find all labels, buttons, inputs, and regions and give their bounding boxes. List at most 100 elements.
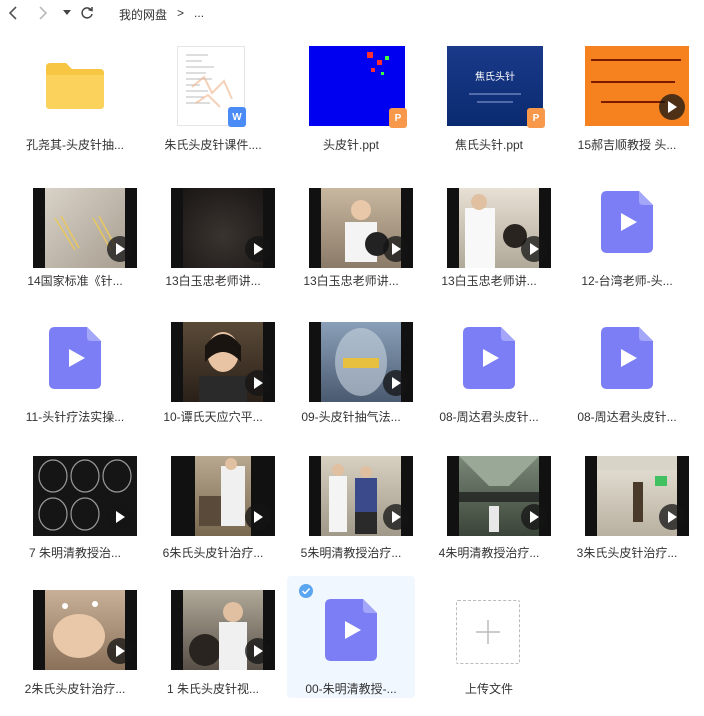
file-name: 1 朱氏头皮针视...	[166, 682, 259, 696]
plus-icon	[476, 620, 500, 644]
video-thumbnail	[171, 588, 275, 672]
file-name: 09-头皮针抽气法...	[301, 410, 401, 424]
file-name: 13白玉忠老师讲...	[441, 274, 537, 288]
chevron-left-icon	[8, 6, 17, 20]
file-name: 00-朱明清教授-...	[305, 682, 397, 696]
video-preview	[585, 46, 689, 126]
ppt-thumbnail: 焦氏头针 P	[447, 44, 545, 128]
upload-tile[interactable]: 上传文件	[425, 580, 553, 702]
play-icon[interactable]	[521, 236, 547, 262]
breadcrumb-root[interactable]: 我的网盘	[119, 6, 167, 23]
play-icon[interactable]	[107, 638, 133, 664]
file-item[interactable]: 08-周达君头皮针...	[563, 308, 691, 430]
video-file-thumbnail	[585, 180, 669, 264]
people-graphic	[199, 458, 245, 526]
back-button[interactable]	[4, 4, 22, 22]
play-icon[interactable]	[659, 94, 685, 120]
upload-button[interactable]	[456, 600, 520, 664]
file-item[interactable]: 13白玉忠老师讲...	[425, 172, 553, 294]
video-still	[195, 456, 251, 536]
play-icon[interactable]	[383, 236, 409, 262]
video-preview	[309, 456, 413, 536]
folder-thumbnail	[33, 44, 117, 128]
video-preview	[171, 322, 275, 402]
video-thumbnail	[585, 452, 689, 536]
file-item[interactable]: 1 朱氏头皮针视...	[149, 580, 277, 702]
play-icon[interactable]	[107, 236, 133, 262]
video-file-icon	[463, 327, 515, 389]
file-item[interactable]: P 头皮针.ppt	[287, 36, 415, 158]
top-bar: 我的网盘 > ...	[0, 0, 704, 28]
file-item[interactable]: 10-谭氏天应穴平...	[149, 308, 277, 430]
file-name: 14国家标准《针...	[27, 274, 123, 288]
file-name: 焦氏头针.ppt	[454, 138, 524, 152]
file-item[interactable]: 13白玉忠老师讲...	[287, 172, 415, 294]
play-icon[interactable]	[383, 504, 409, 530]
video-preview	[309, 322, 413, 402]
video-file-thumbnail	[33, 316, 117, 400]
play-icon[interactable]	[245, 504, 271, 530]
video-preview	[585, 456, 689, 536]
history-dropdown-button[interactable]	[58, 4, 76, 22]
video-preview	[309, 188, 413, 268]
file-item[interactable]: 14国家标准《针...	[11, 172, 139, 294]
video-thumbnail	[309, 180, 413, 268]
breadcrumb-separator: >	[177, 6, 185, 20]
file-name: 7 朱明清教授治...	[28, 546, 121, 560]
forward-button[interactable]	[34, 4, 52, 22]
file-name: 10-谭氏天应穴平...	[163, 410, 263, 424]
breadcrumb: 我的网盘 > ...	[119, 6, 204, 23]
file-item[interactable]: 4朱明清教授治疗...	[425, 444, 553, 566]
file-item[interactable]: 7 朱明清教授治...	[11, 444, 139, 566]
word-badge: W	[228, 107, 246, 127]
play-icon[interactable]	[383, 370, 409, 396]
file-item-selected[interactable]: 00-朱明清教授-...	[287, 576, 415, 698]
file-item[interactable]: 3朱氏头皮针治疗...	[563, 444, 691, 566]
video-file-icon	[325, 599, 377, 661]
file-name: 朱氏头皮针课件....	[164, 138, 262, 152]
play-icon[interactable]	[245, 370, 271, 396]
word-page-preview: W	[177, 46, 246, 127]
file-item[interactable]: 6朱氏头皮针治疗...	[149, 444, 277, 566]
file-item[interactable]: 15郝吉顺教授 头...	[563, 36, 691, 158]
file-item[interactable]: 12-台湾老师-头...	[563, 172, 691, 294]
video-file-thumbnail	[447, 316, 531, 400]
file-name: 头皮针.ppt	[322, 138, 380, 152]
ppt-badge: P	[527, 108, 545, 128]
video-thumbnail	[309, 316, 413, 402]
video-thumbnail	[33, 452, 137, 536]
file-item[interactable]: W 朱氏头皮针课件....	[149, 36, 277, 158]
file-name: 6朱氏头皮针治疗...	[162, 546, 264, 560]
folder-icon	[46, 63, 104, 109]
video-thumbnail	[171, 452, 275, 536]
file-item[interactable]: 焦氏头针 P 焦氏头针.ppt	[425, 36, 553, 158]
file-item[interactable]: 08-周达君头皮针...	[425, 308, 553, 430]
file-item[interactable]: 5朱明清教授治疗...	[287, 444, 415, 566]
video-preview	[171, 456, 275, 536]
video-preview	[447, 456, 551, 536]
video-thumbnail	[447, 180, 551, 268]
video-file-icon	[601, 327, 653, 389]
file-name: 08-周达君头皮针...	[439, 410, 539, 424]
play-icon[interactable]	[245, 638, 271, 664]
video-thumbnail	[585, 44, 689, 128]
document-thumbnail: W	[171, 44, 255, 128]
file-name: 15郝吉顺教授 头...	[577, 138, 677, 152]
play-icon[interactable]	[107, 504, 133, 530]
file-name: 11-头针疗法实操...	[25, 410, 125, 424]
ppt-badge: P	[389, 108, 407, 128]
play-icon[interactable]	[245, 236, 271, 262]
video-thumbnail	[33, 180, 137, 268]
file-item[interactable]: 13白玉忠老师讲...	[149, 172, 277, 294]
file-item[interactable]: 2朱氏头皮针治疗...	[11, 580, 139, 702]
play-icon[interactable]	[521, 504, 547, 530]
video-preview	[33, 188, 137, 268]
play-icon[interactable]	[659, 504, 685, 530]
file-name: 12-台湾老师-头...	[581, 274, 673, 288]
file-item[interactable]: 孔尧其-头皮针抽...	[11, 36, 139, 158]
file-item[interactable]: 09-头皮针抽气法...	[287, 308, 415, 430]
refresh-button[interactable]	[78, 4, 96, 22]
file-item[interactable]: 11-头针疗法实操...	[11, 308, 139, 430]
breadcrumb-more[interactable]: ...	[194, 6, 204, 23]
file-name: 3朱氏头皮针治疗...	[576, 546, 678, 560]
